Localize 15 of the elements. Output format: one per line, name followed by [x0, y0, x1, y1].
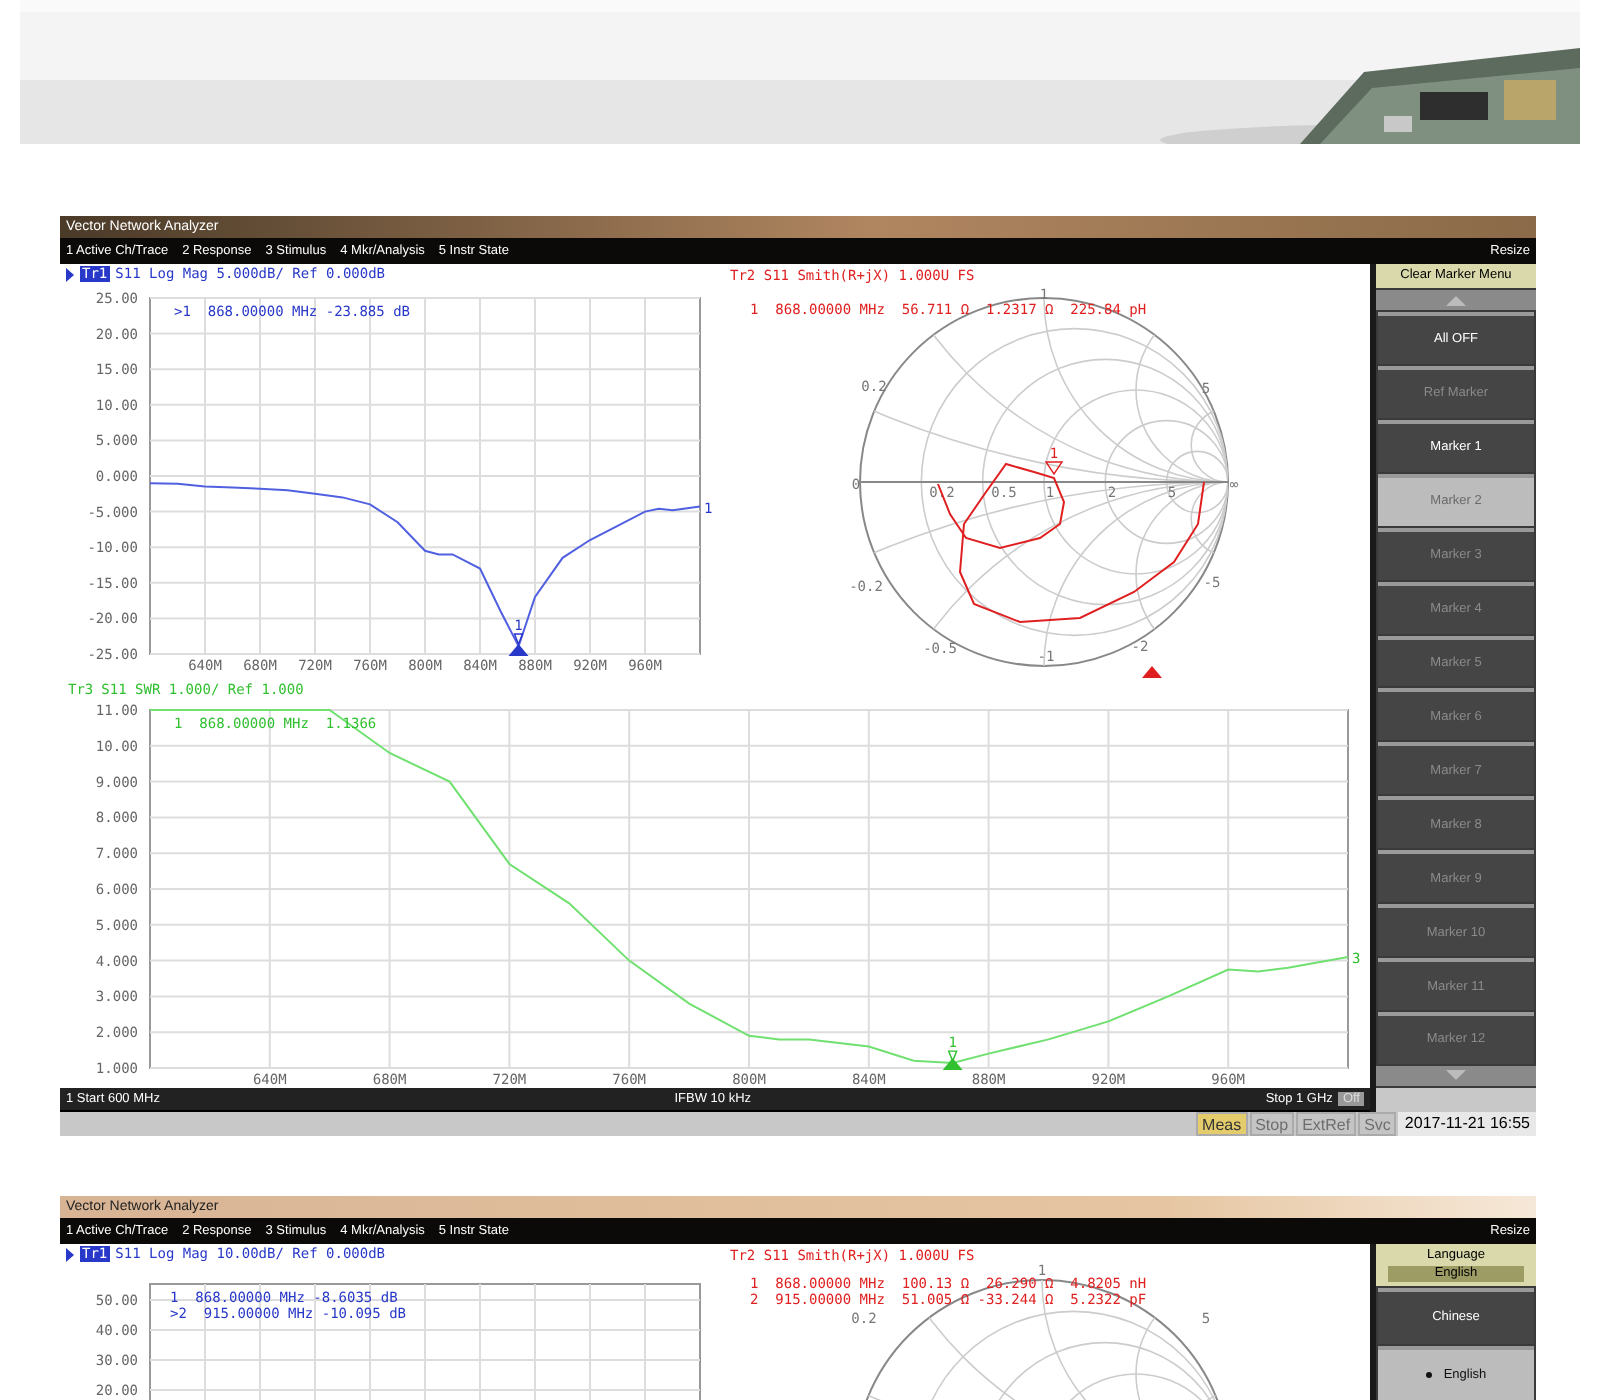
marker-icon — [947, 1050, 958, 1063]
marker-position-icon[interactable] — [508, 644, 529, 656]
status-indicator: Stop — [1249, 1112, 1295, 1136]
status-indicator: Svc — [1358, 1112, 1397, 1136]
active-trace-icon — [66, 1247, 74, 1261]
up-arrow-icon — [1446, 295, 1466, 305]
status-indicator: ExtRef — [1296, 1112, 1357, 1136]
marker-icon — [1044, 461, 1064, 476]
marker-position-icon[interactable] — [942, 1058, 963, 1070]
active-trace-icon — [66, 267, 74, 281]
date-time: 2017-11-21 16:55 — [1398, 1112, 1536, 1136]
scroll-down-button[interactable] — [1376, 1065, 1536, 1086]
status-indicator: Meas — [1196, 1112, 1248, 1136]
marker-icon — [513, 633, 524, 646]
down-arrow-icon — [1446, 1070, 1466, 1081]
